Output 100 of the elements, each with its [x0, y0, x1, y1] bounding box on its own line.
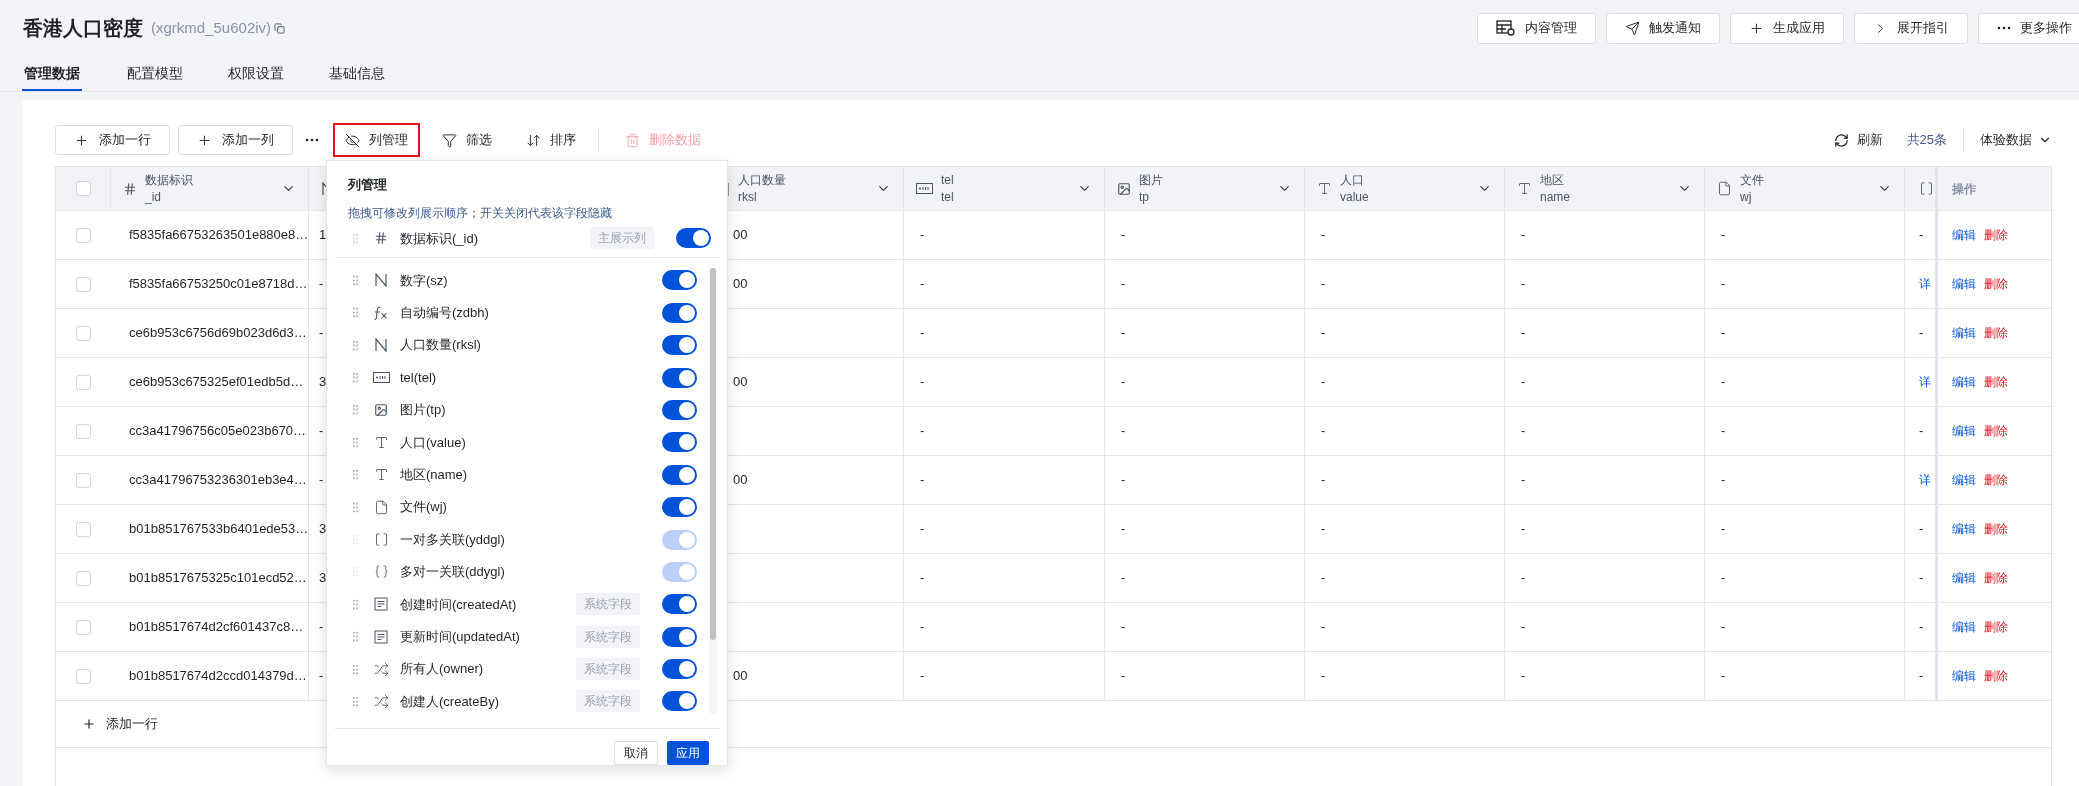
delete-link[interactable]: 删除 [1984, 275, 2008, 293]
checkbox[interactable] [76, 325, 91, 341]
toolbar-button[interactable]: 列管理 [333, 123, 420, 157]
header-action-button[interactable]: 更多操作 [1978, 12, 2079, 44]
checkbox[interactable] [76, 570, 91, 586]
delete-link[interactable]: 删除 [1984, 618, 2008, 636]
toggle-switch[interactable] [662, 626, 697, 647]
header-action-button[interactable]: 展开指引 [1854, 12, 1968, 44]
column-header: 操作 [1952, 180, 1976, 198]
field-label: tel(tel) [400, 368, 437, 387]
edit-link[interactable]: 编辑 [1952, 422, 1976, 440]
refresh-button[interactable]: 刷新 [1833, 130, 1883, 150]
edit-link[interactable]: 编辑 [1952, 569, 1976, 587]
checkbox[interactable] [76, 521, 91, 537]
details-link[interactable]: 详 [1919, 275, 1931, 293]
delete-link[interactable]: 删除 [1984, 520, 2008, 538]
checkbox[interactable] [76, 374, 91, 390]
details-link[interactable]: 详 [1919, 373, 1931, 391]
field-label: 地区(name) [400, 466, 468, 484]
edit-link[interactable]: 编辑 [1952, 324, 1976, 342]
delete-link[interactable]: 删除 [1984, 324, 2008, 342]
table-cell-text: b01b8517674d2ccd014379d… [129, 667, 307, 686]
table-cell-text: 00 [733, 373, 748, 392]
toggle-switch[interactable] [662, 399, 697, 420]
toolbar-button[interactable]: 筛选 [430, 123, 504, 157]
edit-link[interactable]: 编辑 [1952, 471, 1976, 489]
delete-link[interactable]: 删除 [1984, 373, 2008, 391]
toolbar-button[interactable]: 添加一行 [55, 125, 170, 155]
toggle-switch[interactable] [662, 335, 697, 356]
braces-icon [373, 564, 389, 580]
checkbox[interactable] [75, 181, 91, 196]
table-cell-text: - [1321, 471, 1326, 490]
field-label: 数据标识(_id) [400, 229, 478, 248]
toggle-switch[interactable] [662, 367, 697, 388]
toggle-switch[interactable] [676, 228, 711, 249]
checkbox[interactable] [76, 227, 91, 243]
table-cell-text: - [1121, 373, 1126, 392]
edit-link[interactable]: 编辑 [1952, 618, 1976, 636]
toggle-switch[interactable] [662, 432, 697, 453]
toggle-switch[interactable] [662, 302, 697, 323]
tab[interactable]: 管理数据 [22, 57, 82, 91]
image-icon [1117, 181, 1131, 196]
toolbar-button[interactable]: 排序 [514, 123, 588, 157]
checkbox[interactable] [76, 668, 91, 684]
formula-icon [373, 305, 389, 320]
delete-link[interactable]: 删除 [1984, 667, 2008, 685]
table-cell-text: - [1121, 226, 1126, 245]
table-cell-text: 3 [319, 520, 327, 539]
table-cell-text: 00 [733, 471, 748, 490]
toggle-switch[interactable] [662, 659, 697, 680]
table-cell-text: - [1121, 422, 1126, 441]
table-cell-text: - [1521, 667, 1526, 686]
delete-link[interactable]: 删除 [1984, 422, 2008, 440]
dataset-dropdown[interactable]: 体验数据 [1980, 130, 2052, 150]
scrollbar[interactable] [709, 268, 717, 715]
toggle-switch[interactable] [662, 270, 697, 291]
table-cell-text: - [920, 618, 925, 637]
toggle-switch[interactable] [662, 691, 697, 712]
edit-link[interactable]: 编辑 [1952, 373, 1976, 391]
header-action-button[interactable]: 生成应用 [1730, 12, 1844, 44]
toggle-switch[interactable] [662, 594, 697, 615]
refresh-icon [1833, 132, 1849, 148]
cancel-button[interactable]: 取消 [614, 741, 658, 765]
image-icon [374, 402, 388, 417]
table-cell-text: - [1521, 471, 1526, 490]
add-row-button[interactable]: 添加一行 [82, 714, 158, 734]
toggle-switch[interactable] [662, 464, 697, 485]
table-cell-text: - [1321, 275, 1326, 294]
checkbox[interactable] [76, 276, 91, 292]
edit-link[interactable]: 编辑 [1952, 520, 1976, 538]
delete-link[interactable]: 删除 [1984, 569, 2008, 587]
toolbar-button[interactable]: 添加一列 [178, 125, 293, 155]
phone-number-icon [916, 183, 933, 194]
checkbox[interactable] [76, 619, 91, 635]
header-action-button[interactable]: 触发通知 [1606, 12, 1720, 44]
delete-link[interactable]: 删除 [1984, 226, 2008, 244]
tab[interactable]: 配置模型 [127, 57, 183, 91]
delete-link[interactable]: 删除 [1984, 471, 2008, 489]
copy-icon[interactable] [274, 22, 286, 34]
more-icon [305, 138, 319, 142]
header-action-button[interactable]: 内容管理 [1477, 12, 1596, 44]
table-cell-text: - [1521, 324, 1526, 343]
field-label: 图片(tp) [400, 401, 446, 420]
table-cell-text: - [1919, 667, 1924, 686]
table-cell-text: - [1321, 618, 1326, 637]
checkbox[interactable] [76, 423, 91, 439]
table-cell-text: ce6b953c675325ef01edb5d… [129, 373, 304, 392]
document-icon [374, 629, 388, 644]
edit-link[interactable]: 编辑 [1952, 667, 1976, 685]
apply-button[interactable]: 应用 [667, 741, 709, 765]
tab[interactable]: 基础信息 [329, 57, 385, 91]
edit-link[interactable]: 编辑 [1952, 275, 1976, 293]
table-cell-text: - [1121, 275, 1126, 294]
edit-link[interactable]: 编辑 [1952, 226, 1976, 244]
table-cell-text: - [1919, 422, 1924, 441]
toggle-switch[interactable] [662, 497, 697, 518]
tab[interactable]: 权限设置 [228, 57, 284, 91]
checkbox[interactable] [76, 472, 91, 488]
details-link[interactable]: 详 [1919, 471, 1931, 489]
table-cell-text: f5835fa66753250c01e8718d… [129, 275, 308, 294]
